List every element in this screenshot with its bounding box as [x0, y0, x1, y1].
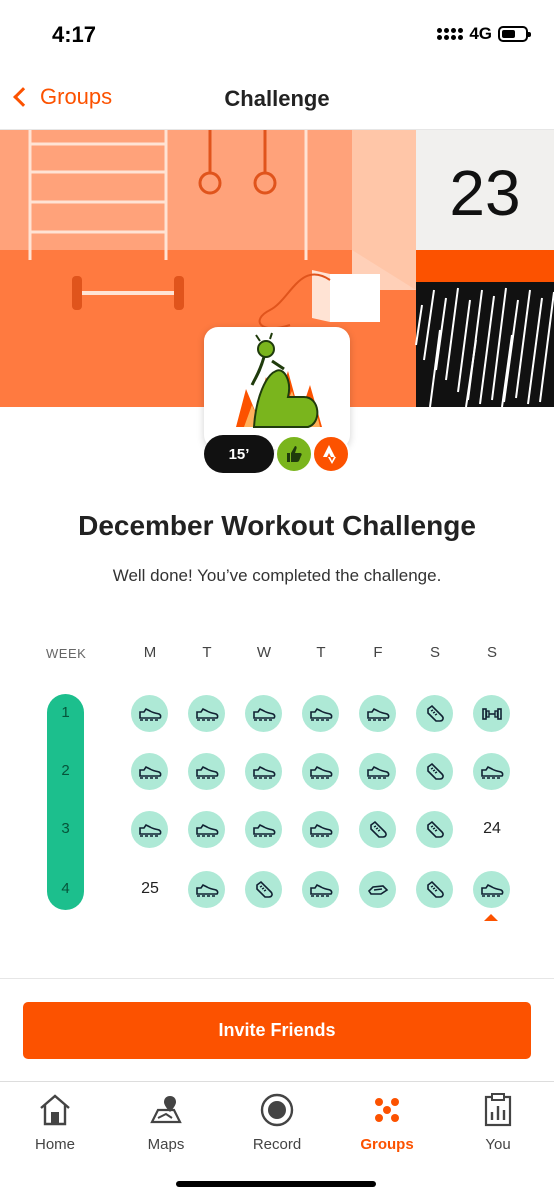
cellular-signal-icon [437, 28, 464, 40]
sneaker-icon[interactable] [245, 871, 282, 908]
status-bar: 4:17 4G [0, 0, 554, 70]
badge-figure-illustration [236, 332, 322, 428]
status-indicators: 4G [437, 24, 531, 44]
challenge-badge[interactable]: 15’ [204, 327, 350, 473]
day-header: T [316, 644, 326, 661]
week-progress-bar [47, 694, 84, 910]
week-number: 3 [61, 820, 70, 837]
strava-logo-icon [312, 435, 350, 473]
week-number: 2 [61, 762, 70, 779]
navigation-bar: Groups Challenge [0, 70, 554, 130]
tab-label: You [485, 1136, 511, 1153]
today-marker [484, 914, 498, 921]
sneaker-icon[interactable] [359, 811, 396, 848]
shoe-icon[interactable] [245, 695, 282, 732]
challenge-title: December Workout Challenge [78, 510, 476, 541]
shoe-icon[interactable] [131, 753, 168, 790]
dumbbell-icon[interactable] [473, 695, 510, 732]
tab-you[interactable]: You [448, 1090, 548, 1153]
day-header: M [143, 644, 157, 661]
tab-record[interactable]: Record [227, 1090, 327, 1153]
shoe-icon[interactable] [473, 753, 510, 790]
sneaker-icon[interactable] [416, 695, 453, 732]
shoe-icon[interactable] [359, 753, 396, 790]
day-header: S [486, 644, 497, 661]
tab-label: Groups [360, 1136, 414, 1153]
network-type: 4G [469, 24, 492, 43]
badge-duration: 15’ [204, 435, 274, 473]
challenge-calendar: WEEK M T W T F S S 1 2 3 24 4 25 [0, 640, 554, 940]
profile-icon [448, 1090, 548, 1130]
sneaker-icon[interactable] [416, 811, 453, 848]
map-icon [116, 1090, 216, 1130]
day-header: T [202, 644, 212, 661]
shoe-icon[interactable] [302, 811, 339, 848]
shoe-icon[interactable] [245, 811, 282, 848]
divider [0, 978, 554, 979]
shoe-icon[interactable] [359, 695, 396, 732]
invite-friends-button[interactable]: Invite Friends [23, 1002, 531, 1059]
calendar-date: 25 [141, 880, 159, 897]
shoe-icon[interactable] [302, 753, 339, 790]
week-number: 1 [61, 704, 70, 721]
shoe-icon[interactable] [188, 811, 225, 848]
shoe-icon[interactable] [302, 871, 339, 908]
week-number: 4 [61, 880, 70, 897]
groups-icon [337, 1090, 437, 1130]
badge-artwork [204, 327, 350, 449]
tab-label: Maps [147, 1136, 185, 1153]
page-title: Challenge [224, 86, 330, 111]
thumbs-up-icon [275, 435, 313, 473]
shoe-icon[interactable] [188, 753, 225, 790]
day-header: W [256, 644, 272, 661]
shoe-icon[interactable] [188, 871, 225, 908]
home-indicator [176, 1181, 376, 1187]
week-column-header: WEEK [46, 646, 87, 661]
sneaker-icon[interactable] [416, 753, 453, 790]
status-time: 4:17 [52, 22, 97, 47]
tab-maps[interactable]: Maps [116, 1090, 216, 1153]
tab-home[interactable]: Home [5, 1090, 105, 1153]
battery-icon [498, 26, 531, 42]
shoe-icon[interactable] [245, 753, 282, 790]
calendar-date: 24 [483, 820, 501, 837]
day-header: F [373, 644, 383, 661]
hero-calendar-day: 23 [449, 157, 520, 229]
shoe-icon[interactable] [131, 811, 168, 848]
shoe-icon[interactable] [131, 695, 168, 732]
tab-label: Home [34, 1136, 75, 1153]
tab-groups[interactable]: Groups [337, 1090, 437, 1153]
challenge-subtitle: Well done! You’ve completed the challeng… [112, 566, 442, 585]
day-header: S [429, 644, 440, 661]
record-icon [227, 1090, 327, 1130]
tab-label: Record [252, 1136, 302, 1153]
shoe-icon[interactable] [302, 695, 339, 732]
shoe-icon[interactable] [473, 871, 510, 908]
shoe-icon[interactable] [188, 695, 225, 732]
home-icon [5, 1090, 105, 1130]
sneaker-icon[interactable] [416, 871, 453, 908]
skate-icon[interactable] [359, 871, 396, 908]
